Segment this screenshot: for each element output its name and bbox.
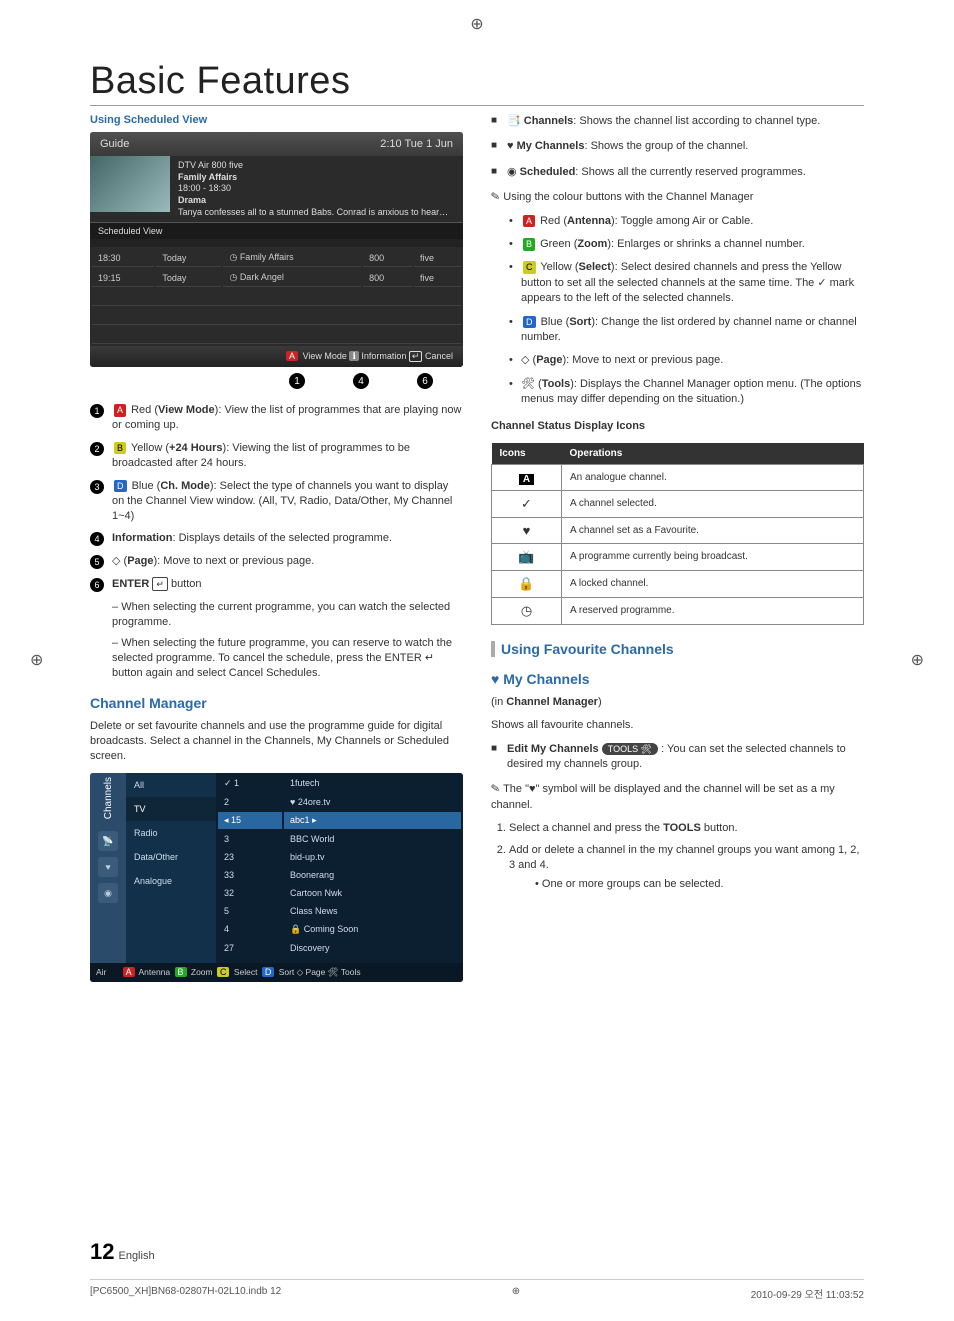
cb-yellow: C Yellow (Select): Select desired channe… xyxy=(509,260,864,306)
callout-6: 6 xyxy=(417,373,433,389)
cat-dataother: Data/Other xyxy=(126,845,216,869)
cat-tv: TV xyxy=(126,797,216,821)
cat-radio: Radio xyxy=(126,821,216,845)
cb-tools: 🛠 (Tools): Displays the Channel Manager … xyxy=(509,377,864,408)
registration-left: ⊕ xyxy=(30,650,43,670)
registration-right: ⊕ xyxy=(911,650,924,670)
channel-manager-panel: Channels 📡 ♥ ◉ All TV Radio Data/Other A… xyxy=(90,773,463,982)
section-scheduled-view: Using Scheduled View xyxy=(90,114,463,126)
footer-file: [PC6500_XH]BN68-02807H-02L10.indb 12 xyxy=(90,1286,281,1301)
colour-buttons-note: ✎ Using the colour buttons with the Chan… xyxy=(491,190,864,205)
scheduled-view-tab: Scheduled View xyxy=(90,222,463,239)
guide-panel: Guide 2:10 Tue 1 Jun DTV Air 800 five Fa… xyxy=(90,132,463,367)
chmgr-footer-left: Air xyxy=(96,967,106,977)
heart-icon: ♥ xyxy=(98,857,118,877)
num-item-2: B Yellow (+24 Hours): Viewing the list o… xyxy=(112,441,463,471)
schedule-row: 19:15 Today ◷ Dark Angel 800 five xyxy=(92,269,461,287)
channels-side-label: Channels xyxy=(103,777,114,819)
footer-timestamp: 2010-09-29 오전 11:03:52 xyxy=(751,1286,864,1301)
guide-description: Tanya confesses all to a stunned Babs. C… xyxy=(178,207,448,219)
num-item-3: D Blue (Ch. Mode): Select the type of ch… xyxy=(112,479,463,524)
channel-manager-heading: Channel Manager xyxy=(90,695,463,711)
scheduled-icon: ◉ xyxy=(98,883,118,903)
heart-note: ✎ The "♥" symbol will be displayed and t… xyxy=(491,782,864,813)
mych-sub2: Shows all favourite channels. xyxy=(491,718,864,733)
guide-thumbnail xyxy=(90,156,170,212)
my-channels-heading: ♥ My Channels xyxy=(491,671,864,687)
sub-item: When selecting the current programme, yo… xyxy=(112,600,463,630)
step-2: Add or delete a channel in the my channe… xyxy=(509,843,864,893)
sub-item: When selecting the future programme, you… xyxy=(112,636,463,681)
cb-page: ◇ (Page): Move to next or previous page. xyxy=(509,353,864,368)
registration-top: ⊕ xyxy=(470,14,483,34)
guide-channel: DTV Air 800 five xyxy=(178,160,448,172)
guide-genre: Drama xyxy=(178,195,206,205)
cat-analogue: Analogue xyxy=(126,869,216,893)
step-sub: One or more groups can be selected. xyxy=(535,877,864,892)
status-table: IconsOperations AAn analogue channel. ✓A… xyxy=(491,443,864,625)
footer-reg-icon: ⊕ xyxy=(512,1286,520,1301)
num-item-1: A Red (View Mode): View the list of prog… xyxy=(112,403,463,433)
step-1: Select a channel and press the TOOLS but… xyxy=(509,821,864,836)
channels-desc: 📑 Channels: Shows the channel list accor… xyxy=(491,114,864,129)
guide-title: Guide xyxy=(100,138,129,150)
favourite-channels-heading: Using Favourite Channels xyxy=(491,641,864,657)
mych-sub1: (in Channel Manager) xyxy=(491,695,864,710)
guide-footer: A View Mode ℹ Information ↵ Cancel xyxy=(90,346,463,367)
schedule-row: 18:30 Today ◷ Family Affairs 800 five xyxy=(92,249,461,267)
schedule-table: 18:30 Today ◷ Family Affairs 800 five 19… xyxy=(90,247,463,346)
channel-manager-desc: Delete or set favourite channels and use… xyxy=(90,719,463,765)
num-item-4: Information: Displays details of the sel… xyxy=(112,531,392,546)
scheduled-desc: ◉ Scheduled: Shows all the currently res… xyxy=(491,165,864,180)
mychannels-desc: ♥ My Channels: Shows the group of the ch… xyxy=(491,139,864,154)
cb-blue: D Blue (Sort): Change the list ordered b… xyxy=(509,315,864,346)
edit-my-channels: Edit My Channels TOOLS 🛠 : You can set t… xyxy=(491,742,864,773)
callout-1: 1 xyxy=(289,373,305,389)
num-item-5: ◇ (Page): Move to next or previous page. xyxy=(112,554,314,569)
guide-time: 18:00 - 18:30 xyxy=(178,183,448,195)
cat-all: All xyxy=(126,773,216,797)
antenna-icon: 📡 xyxy=(98,831,118,851)
page-title: Basic Features xyxy=(90,60,864,106)
guide-programme: Family Affairs xyxy=(178,172,237,182)
status-icons-heading: Channel Status Display Icons xyxy=(491,419,864,434)
cb-green: B Green (Zoom): Enlarges or shrinks a ch… xyxy=(509,237,864,252)
page-number: 12English xyxy=(90,1239,155,1265)
cb-red: A Red (Antenna): Toggle among Air or Cab… xyxy=(509,214,864,229)
guide-clock: 2:10 Tue 1 Jun xyxy=(380,138,453,150)
num-item-6: ENTER ↵ button xyxy=(112,577,202,592)
callout-4: 4 xyxy=(353,373,369,389)
